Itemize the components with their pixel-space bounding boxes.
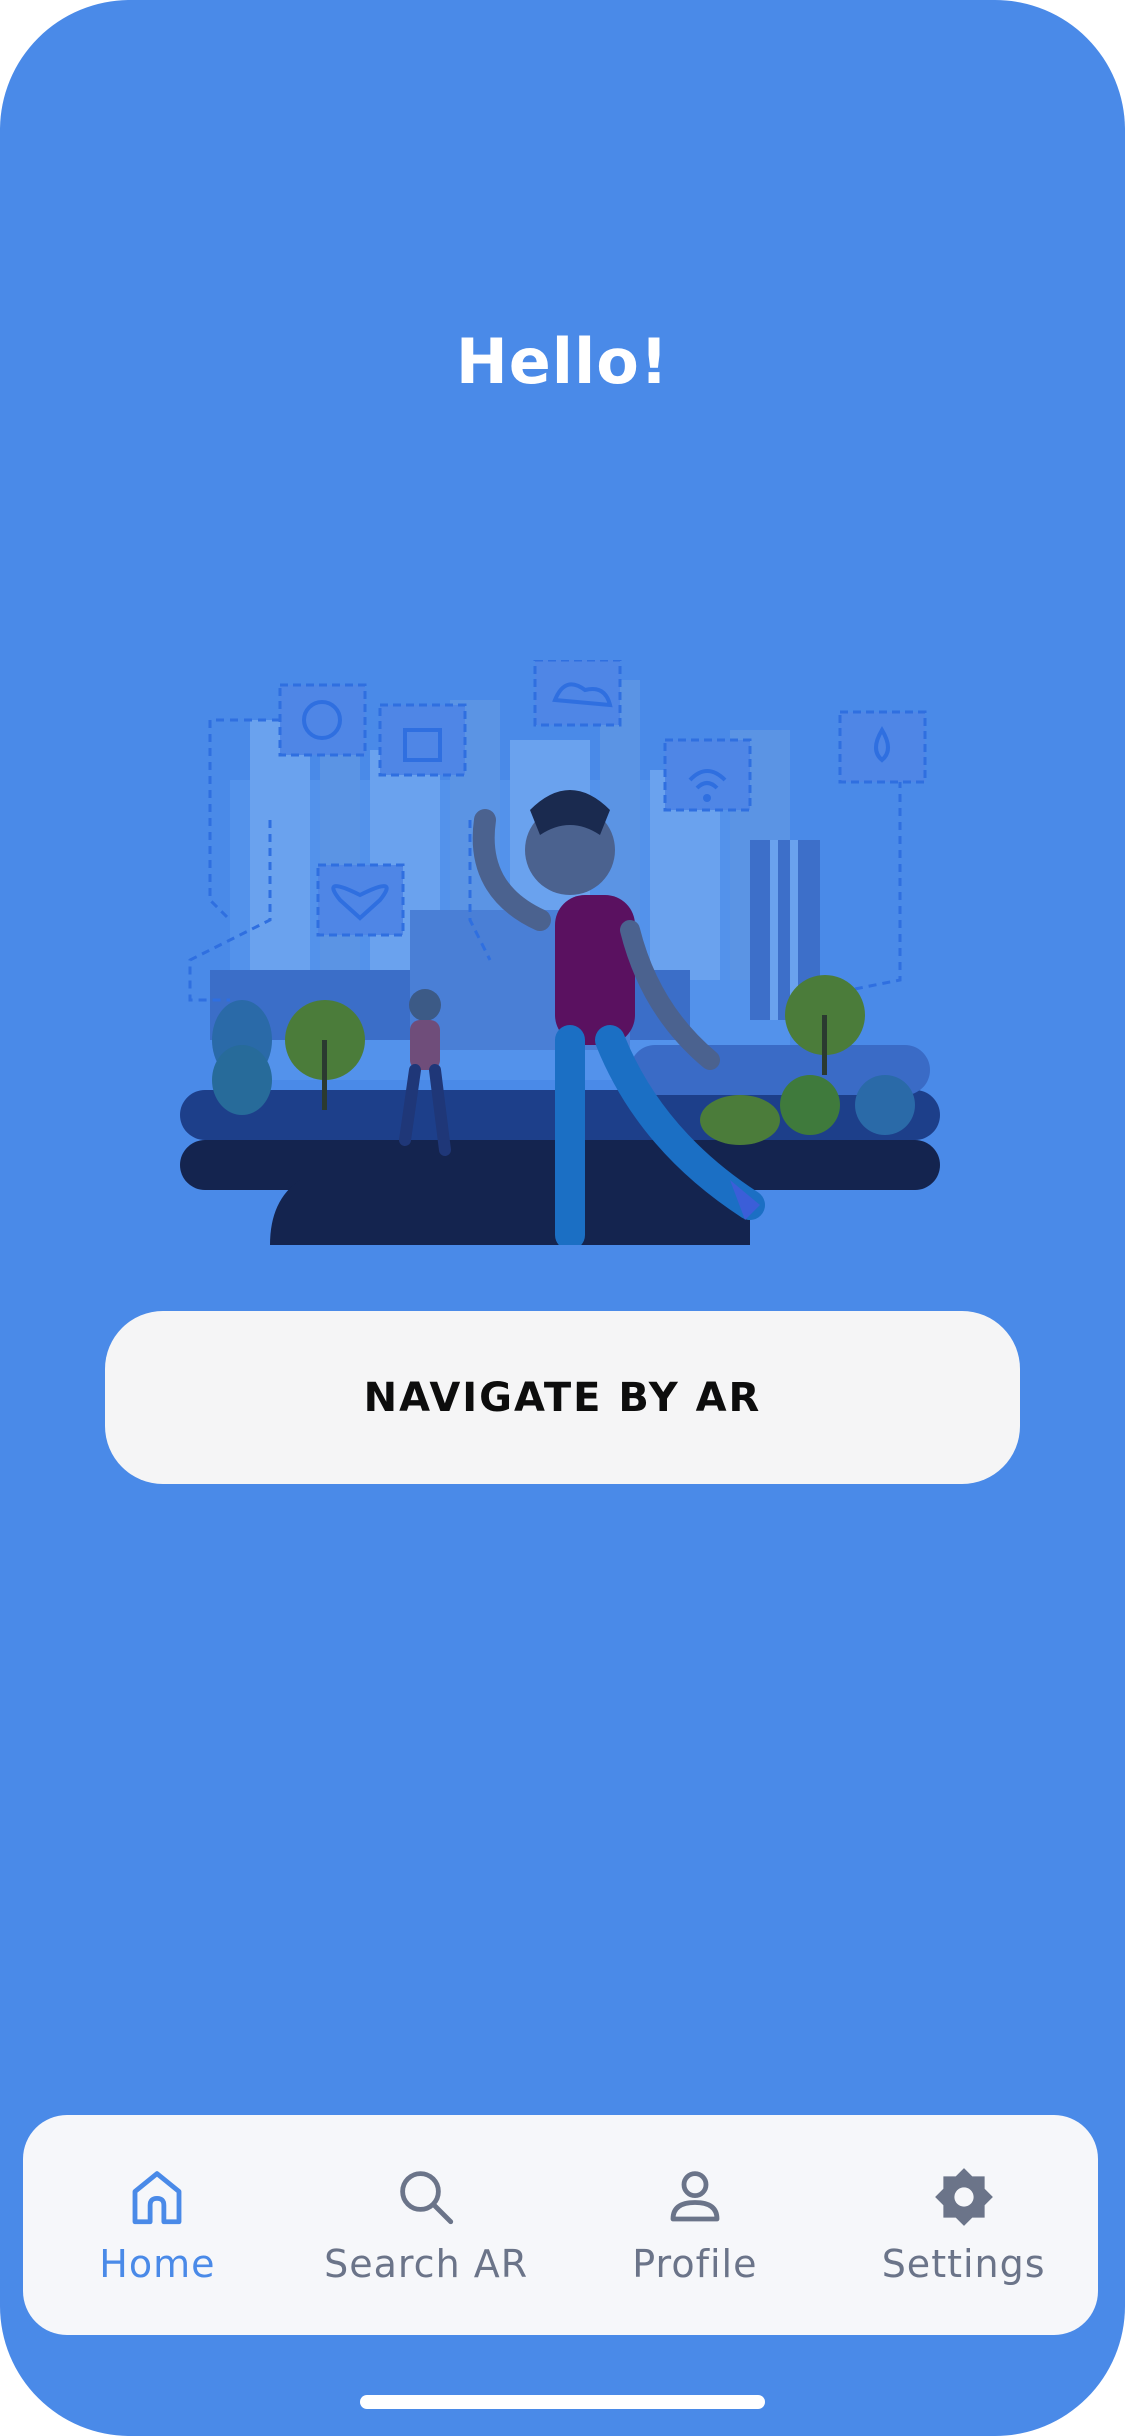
tab-home-label: Home <box>99 2242 216 2286</box>
gear-icon <box>934 2168 993 2226</box>
app-screen: Hello! NAVIGATE BY AR Home Search AR Pro… <box>0 0 1125 2436</box>
bottom-tab-bar: Home Search AR Profile Settings <box>23 2115 1098 2335</box>
home-icon <box>132 2171 182 2225</box>
tab-settings[interactable]: Settings <box>834 2164 1094 2286</box>
home-indicator[interactable] <box>360 2395 765 2409</box>
tab-search-ar-label: Search AR <box>324 2242 529 2286</box>
tab-settings-label: Settings <box>881 2242 1046 2286</box>
greeting-title: Hello! <box>455 325 670 398</box>
city-ar-illustration <box>180 660 940 1245</box>
tab-profile-label: Profile <box>632 2242 758 2286</box>
user-icon <box>670 2171 720 2222</box>
search-icon <box>400 2171 454 2225</box>
tab-search-ar[interactable]: Search AR <box>296 2164 556 2286</box>
navigate-by-ar-button[interactable]: NAVIGATE BY AR <box>105 1311 1020 1484</box>
tab-home[interactable]: Home <box>27 2164 287 2286</box>
tab-profile[interactable]: Profile <box>565 2164 825 2286</box>
